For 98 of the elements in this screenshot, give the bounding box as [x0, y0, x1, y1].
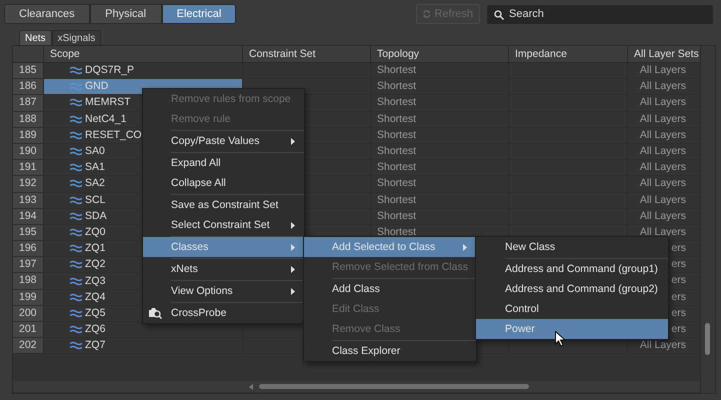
submenu-arrow-icon — [291, 288, 295, 295]
net-icon — [70, 66, 82, 76]
net-icon — [70, 147, 82, 156]
column-header[interactable]: Impedance — [509, 46, 628, 63]
net-icon — [70, 212, 82, 221]
search-icon — [494, 10, 504, 20]
net-icon — [70, 341, 82, 350]
row-number: 196 — [13, 241, 44, 258]
net-name: ZQ1 — [85, 241, 106, 256]
search-field[interactable]: Search — [487, 4, 713, 24]
row-number: 189 — [13, 128, 44, 144]
net-name: RESET_CO — [85, 128, 142, 143]
row-number: 198 — [13, 273, 44, 290]
submenu-arrow-icon — [291, 138, 295, 145]
cursor-icon — [555, 331, 566, 347]
net-name: SDA — [85, 208, 107, 224]
net-name: ZQ2 — [85, 257, 106, 272]
row-number: 197 — [13, 257, 44, 274]
table-cell: Shortest — [371, 160, 509, 176]
row-number: 201 — [13, 322, 44, 338]
net-name: SA2 — [85, 176, 105, 192]
scroll-left-icon[interactable] — [249, 384, 253, 390]
net-icon — [70, 325, 82, 334]
sub-tab[interactable]: Nets — [19, 30, 52, 45]
table-cell: Shortest — [371, 128, 509, 144]
table-cell: Shortest — [371, 63, 509, 80]
net-icon — [70, 179, 82, 188]
table-cell: Shortest — [371, 208, 509, 225]
net-icon — [70, 98, 82, 108]
net-name: GND — [85, 79, 108, 94]
net-icon — [70, 114, 82, 124]
view-tab[interactable]: Physical — [90, 4, 162, 24]
net-name: SA1 — [85, 160, 105, 176]
net-icon — [70, 276, 82, 286]
row-number: 186 — [13, 79, 44, 96]
net-icon — [70, 130, 82, 140]
menu-item[interactable]: xNets — [143, 259, 304, 279]
table-cell: Shortest — [371, 112, 509, 128]
net-icon — [70, 163, 82, 172]
net-icon — [70, 196, 82, 205]
horizontal-scrollbar[interactable] — [13, 381, 700, 392]
menu-item[interactable]: Collapse All — [143, 173, 304, 193]
net-icon — [70, 292, 82, 302]
net-name: NetC4_1 — [85, 112, 126, 127]
table-cell: Shortest — [371, 95, 509, 112]
net-name: ZQ3 — [85, 274, 106, 289]
row-number: 199 — [13, 290, 44, 306]
camera-search-icon — [148, 307, 162, 319]
table-cell: Shortest — [371, 192, 509, 209]
column-header[interactable]: Constraint Set — [243, 46, 371, 63]
net-name: SA0 — [85, 144, 105, 160]
row-number: 202 — [13, 338, 44, 354]
view-tab[interactable]: Electrical — [162, 4, 236, 24]
row-number: 200 — [13, 306, 44, 322]
net-name: MEMRST — [85, 95, 130, 110]
row-number: 192 — [13, 176, 44, 192]
row-number: 185 — [13, 63, 44, 80]
row-number: 191 — [13, 160, 44, 176]
net-name: ZQ5 — [85, 306, 106, 321]
row-number: 193 — [13, 192, 44, 209]
view-tab[interactable]: Clearances — [4, 4, 90, 24]
refresh-icon — [423, 9, 430, 19]
net-name: DQS7R_P — [85, 63, 134, 78]
column-header[interactable]: Topology — [371, 46, 509, 63]
row-number: 188 — [13, 112, 44, 128]
sub-tab[interactable]: xSignals — [52, 30, 102, 45]
menu-item[interactable]: Save as Constraint Set — [143, 195, 304, 215]
net-icon — [70, 228, 82, 237]
menu-item[interactable]: Copy/Paste Values — [143, 131, 304, 151]
net-name: ZQ7 — [85, 338, 106, 354]
net-icon — [70, 308, 82, 318]
menu-item[interactable]: Add Class — [304, 279, 476, 299]
row-number: 195 — [13, 224, 44, 242]
net-name: SCL — [85, 192, 106, 208]
scope-cell[interactable]: ZQ7 — [44, 338, 243, 354]
table-cell: Shortest — [371, 79, 509, 96]
net-icon — [70, 260, 82, 270]
submenu-arrow-icon — [291, 266, 295, 273]
row-number: 190 — [13, 144, 44, 160]
column-header[interactable]: Scope — [44, 46, 243, 63]
table-cell: Shortest — [371, 176, 509, 192]
menu-item[interactable]: Expand All — [143, 153, 304, 173]
net-icon — [70, 244, 82, 254]
column-header[interactable]: All Layer Sets — [628, 46, 701, 63]
net-name: ZQ4 — [85, 290, 106, 305]
net-icon — [70, 82, 82, 92]
net-name: ZQ6 — [85, 322, 106, 338]
submenu-arrow-icon — [291, 244, 295, 251]
net-name: ZQ0 — [85, 224, 106, 240]
table-cell: Shortest — [371, 144, 509, 160]
menu-item[interactable]: Class Explorer — [304, 341, 476, 361]
menu-item[interactable]: Select Constraint Set — [143, 215, 304, 235]
submenu-arrow-icon — [291, 222, 295, 229]
submenu-arrow-icon — [463, 244, 467, 251]
menu-item[interactable]: View Options — [143, 281, 304, 301]
row-number: 187 — [13, 95, 44, 112]
vertical-scrollbar[interactable] — [700, 46, 715, 393]
row-number: 194 — [13, 208, 44, 225]
